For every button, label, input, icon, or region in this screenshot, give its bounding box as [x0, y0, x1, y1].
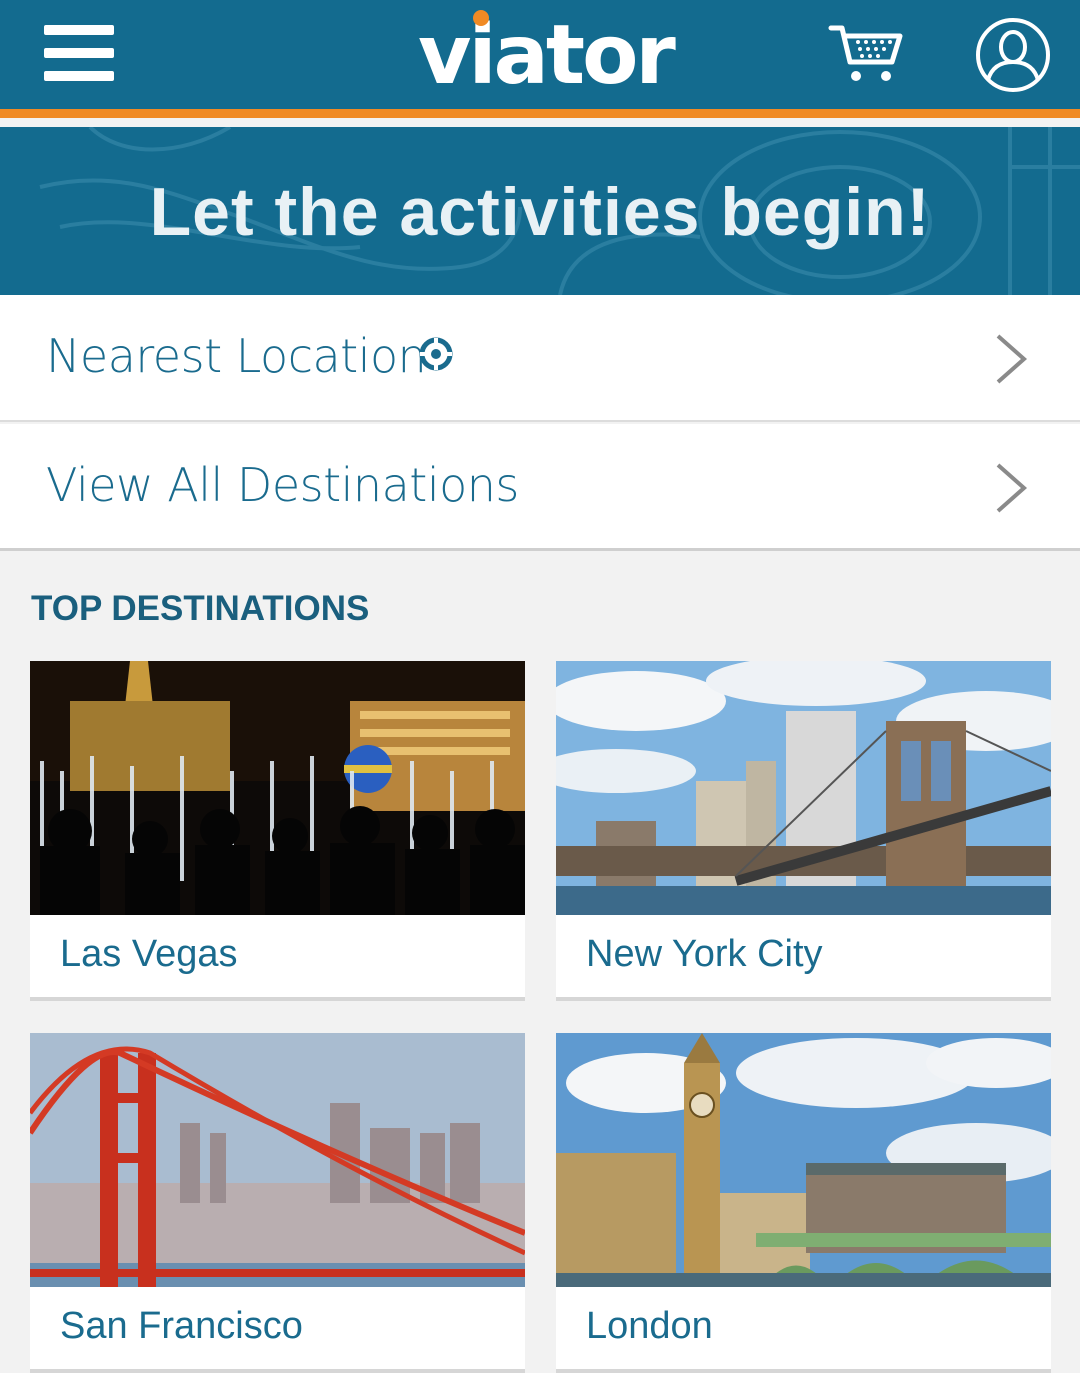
cart-icon — [828, 25, 903, 81]
account-button[interactable] — [974, 16, 1052, 94]
nearest-location-row[interactable]: Nearest Location — [0, 295, 1080, 422]
destination-card-new-york-city[interactable]: New York City — [556, 661, 1051, 1001]
view-all-destinations-label: View All Destinations — [46, 458, 519, 512]
destination-card-london[interactable]: London — [556, 1033, 1051, 1373]
menu-icon — [44, 25, 114, 81]
hero-banner: Let the activities begin! — [0, 127, 1080, 295]
destination-name: Las Vegas — [60, 933, 238, 975]
chevron-right-icon — [996, 334, 1028, 384]
destination-card-san-francisco[interactable]: San Francisco — [30, 1033, 525, 1373]
viator-logo[interactable]: viator — [418, 6, 676, 106]
view-all-destinations-row[interactable]: View All Destinations — [0, 424, 1080, 551]
las-vegas-photo — [30, 661, 525, 915]
logo-dot — [473, 10, 489, 26]
location-target-icon — [419, 337, 453, 371]
chevron-right-icon — [996, 463, 1028, 513]
destination-card-las-vegas[interactable]: Las Vegas — [30, 661, 525, 1001]
nearest-location-label: Nearest Location — [46, 329, 427, 383]
destination-name: New York City — [586, 933, 823, 975]
destination-name: San Francisco — [60, 1305, 303, 1347]
menu-button[interactable] — [44, 25, 114, 85]
destination-name: London — [586, 1305, 713, 1347]
san-francisco-photo — [30, 1033, 525, 1287]
account-icon — [976, 18, 1050, 92]
app-header: viator — [0, 0, 1080, 118]
top-destinations-heading: TOP DESTINATIONS — [31, 589, 370, 628]
new-york-city-photo — [556, 661, 1051, 915]
london-photo — [556, 1033, 1051, 1287]
cart-button[interactable] — [828, 22, 904, 86]
hero-title: Let the activities begin! — [149, 174, 931, 250]
